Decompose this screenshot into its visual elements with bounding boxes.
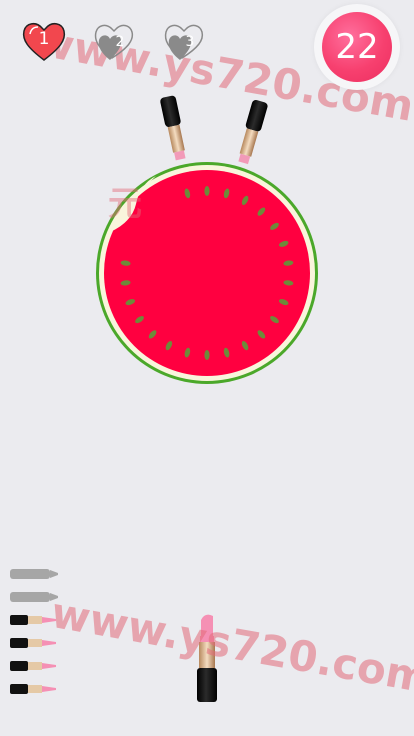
ammo-used-lipstick (10, 566, 70, 589)
seed (204, 186, 210, 196)
score-bubble: 22 (314, 4, 400, 90)
lipstick-icon (10, 661, 56, 671)
lipstick-icon (10, 569, 58, 579)
life-label-3: 3 (185, 34, 195, 50)
life-heart-2: 2 (90, 18, 138, 64)
ammo-remaining-lipstick (10, 658, 70, 681)
ammo-remaining-lipstick (10, 635, 70, 658)
lipstick-icon (10, 592, 58, 602)
seed (204, 350, 210, 360)
life-label-2: 2 (115, 34, 125, 50)
life-heart-1: 1 (20, 18, 68, 64)
life-heart-3: 3 (160, 18, 208, 64)
ammo-used-lipstick (10, 589, 70, 612)
life-label-1: 1 (38, 29, 50, 49)
lipstick-icon (10, 615, 56, 625)
score-value: 22 (322, 12, 392, 82)
lipstick-icon (10, 638, 56, 648)
ammo-remaining-lipstick (10, 681, 70, 704)
stuck-lipstick-left (160, 95, 186, 161)
ammo-counter (10, 566, 70, 704)
ammo-remaining-lipstick (10, 612, 70, 635)
watermark-cn: 元 (108, 184, 142, 224)
stuck-lipstick-right (238, 99, 268, 165)
lipstick-icon (10, 684, 56, 694)
lives-indicator: 1 2 3 (20, 18, 208, 64)
